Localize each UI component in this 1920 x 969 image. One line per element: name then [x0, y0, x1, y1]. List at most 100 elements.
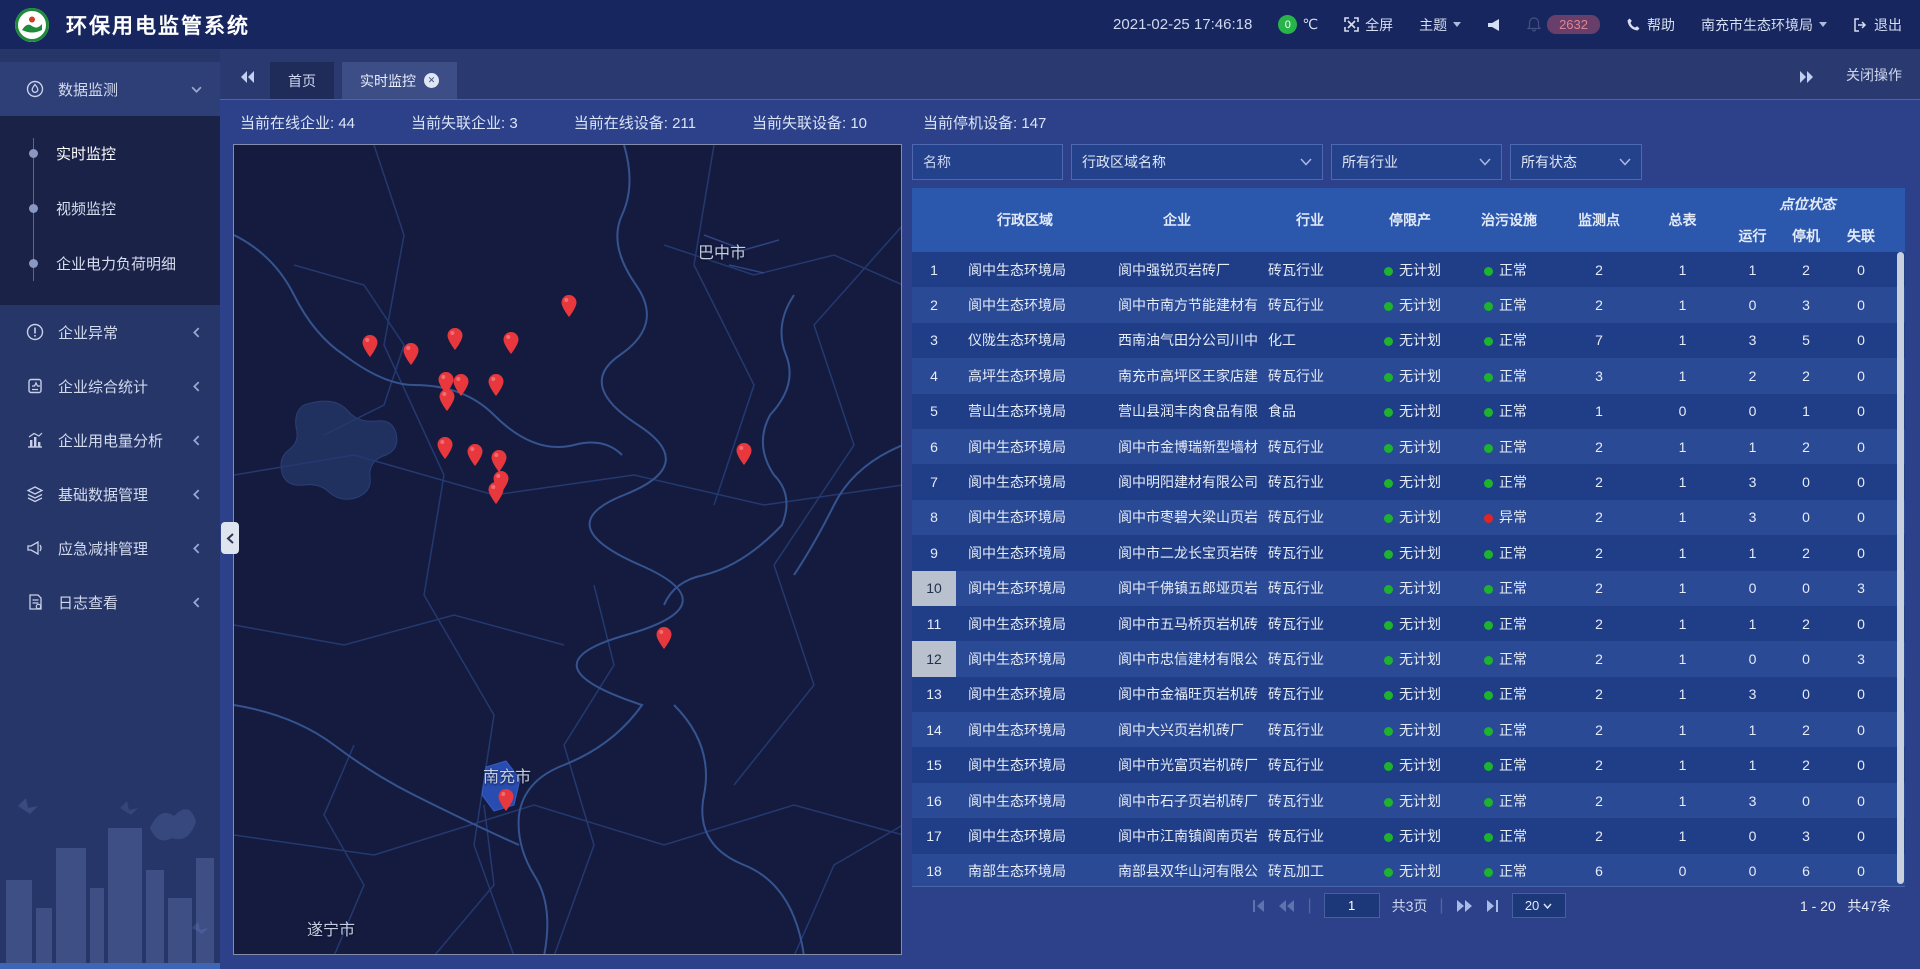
sidebar-group-4[interactable]: 基础数据管理 [0, 467, 220, 521]
table-row[interactable]: 14阆中生态环境局阆中大兴页岩机砖厂砖瓦行业无计划正常21120 [912, 712, 1905, 747]
map-marker-icon[interactable] [361, 334, 379, 358]
tab-1[interactable]: 实时监控✕ [342, 62, 457, 99]
table-row[interactable]: 12阆中生态环境局阆中市忠信建材有限公砖瓦行业无计划正常21003 [912, 641, 1905, 676]
cell-industry: 食品 [1260, 401, 1360, 421]
map-marker-icon[interactable] [487, 481, 505, 505]
next-page-button[interactable] [1456, 899, 1473, 913]
city-label: 南充市 [483, 763, 531, 787]
stat-value: 44 [338, 115, 355, 132]
cell-limit-status: 无计划 [1360, 578, 1460, 598]
fullscreen-button[interactable]: 全屏 [1344, 15, 1393, 35]
page-size-select[interactable]: 20 [1512, 893, 1566, 918]
sidebar-group-2[interactable]: 企业综合统计 [0, 359, 220, 413]
sound-toggle-button[interactable] [1487, 18, 1501, 32]
cell-total-meters: 1 [1640, 651, 1725, 667]
table-row[interactable]: 1阆中生态环境局阆中强锐页岩砖厂砖瓦行业无计划正常21120 [912, 252, 1905, 287]
cell-monitor-points: 2 [1558, 651, 1640, 667]
logout-button[interactable]: 退出 [1853, 15, 1902, 35]
cell-facility-status: 正常 [1460, 578, 1558, 598]
status-dot-icon [1384, 373, 1393, 382]
map-panel[interactable]: 巴中市南充市遂宁市 [233, 144, 902, 955]
cell-offline: 3 [1832, 651, 1890, 667]
col-group-point-status: 点位状态 运行 停机 失联 [1725, 188, 1890, 252]
table-row[interactable]: 2阆中生态环境局阆中市南方节能建材有砖瓦行业无计划正常21030 [912, 287, 1905, 322]
table-row[interactable]: 10阆中生态环境局阆中千佛镇五郎垭页岩砖瓦行业无计划正常21003 [912, 571, 1905, 606]
tab-0[interactable]: 首页 [270, 62, 334, 99]
sidebar-group-6[interactable]: 日志查看 [0, 575, 220, 629]
table-row[interactable]: 8阆中生态环境局阆中市枣碧大梁山页岩砖瓦行业无计划异常21300 [912, 500, 1905, 535]
org-dropdown[interactable]: 南充市生态环境局 [1701, 15, 1827, 35]
table-row[interactable]: 18南部生态环境局南部县双华山河有限公砖瓦加工无计划正常60060 [912, 854, 1905, 886]
industry-filter-select[interactable]: 所有行业 [1331, 144, 1502, 180]
bell-icon [1527, 17, 1541, 32]
cell-offline: 3 [1832, 580, 1890, 596]
table-row[interactable]: 5营山生态环境局营山县润丰肉食品有限食品无计划正常10010 [912, 394, 1905, 429]
cell-total-meters: 0 [1640, 403, 1725, 419]
map-marker-icon[interactable] [466, 443, 484, 467]
region-filter-select[interactable]: 行政区域名称 [1071, 144, 1323, 180]
cell-index: 17 [912, 818, 956, 853]
map-marker-icon[interactable] [487, 373, 505, 397]
table-row[interactable]: 11阆中生态环境局阆中市五马桥页岩机砖砖瓦行业无计划正常21120 [912, 606, 1905, 641]
sidebar-group-1[interactable]: 企业异常 [0, 305, 220, 359]
help-button[interactable]: 帮助 [1626, 15, 1675, 35]
map-marker-icon[interactable] [655, 626, 673, 650]
map-marker-icon[interactable] [502, 331, 520, 355]
next-page-icon [1456, 899, 1473, 913]
close-operations-button[interactable]: 关闭操作 [1846, 65, 1902, 85]
pager-divider: | [1307, 897, 1311, 915]
map-marker-icon[interactable] [560, 294, 578, 318]
cell-stopped: 1 [1780, 403, 1832, 419]
table-row[interactable]: 13阆中生态环境局阆中市金福旺页岩机砖砖瓦行业无计划正常21300 [912, 677, 1905, 712]
theme-dropdown[interactable]: 主题 [1419, 15, 1461, 35]
map-marker-icon[interactable] [438, 388, 456, 412]
sidebar-group-0[interactable]: 数据监测 [0, 62, 220, 116]
map-marker-icon[interactable] [446, 327, 464, 351]
tab-close-icon[interactable]: ✕ [424, 73, 439, 88]
sidebar-group-3[interactable]: 企业用电量分析 [0, 413, 220, 467]
sidebar-collapse-button[interactable] [221, 522, 239, 554]
first-page-button[interactable] [1251, 899, 1266, 913]
cell-index: 8 [912, 500, 956, 535]
city-label: 巴中市 [698, 239, 746, 263]
temperature-badge: 0 [1278, 15, 1297, 34]
table-row[interactable]: 15阆中生态环境局阆中市光富页岩机砖厂砖瓦行业无计划正常21120 [912, 747, 1905, 782]
sidebar-item-0-0[interactable]: 实时监控 [0, 126, 220, 181]
table-scrollbar[interactable] [1897, 252, 1904, 884]
tabs-scroll-right-button[interactable] [1798, 70, 1814, 89]
map-marker-icon[interactable] [497, 788, 515, 812]
table-row[interactable]: 16阆中生态环境局阆中市石子页岩机砖厂砖瓦行业无计划正常21300 [912, 783, 1905, 818]
notifications-button[interactable]: 2632 [1527, 15, 1600, 34]
tabs-scroll-left-button[interactable] [240, 70, 256, 89]
sidebar-group-5[interactable]: 应急减排管理 [0, 521, 220, 575]
name-filter-input[interactable] [912, 144, 1063, 180]
page-number-input[interactable] [1324, 893, 1380, 918]
sidebar-item-0-2[interactable]: 企业电力负荷明细 [0, 236, 220, 291]
table-row[interactable]: 6阆中生态环境局阆中市金博瑞新型墙材砖瓦行业无计划正常21120 [912, 429, 1905, 464]
bar-chart-icon [26, 431, 44, 449]
status-filter-select[interactable]: 所有状态 [1510, 144, 1642, 180]
cell-monitor-points: 2 [1558, 686, 1640, 702]
table-row[interactable]: 7阆中生态环境局阆中明阳建材有限公司砖瓦行业无计划正常21300 [912, 464, 1905, 499]
cell-stopped: 2 [1780, 722, 1832, 738]
map-marker-icon[interactable] [402, 342, 420, 366]
cell-offline: 0 [1832, 545, 1890, 561]
table-row[interactable]: 3仪陇生态环境局西南油气田分公司川中化工无计划正常71350 [912, 323, 1905, 358]
sidebar-item-0-1[interactable]: 视频监控 [0, 181, 220, 236]
previous-page-button[interactable] [1278, 899, 1295, 913]
cell-limit-status: 无计划 [1360, 401, 1460, 421]
table-row[interactable]: 17阆中生态环境局阆中市江南镇阆南页岩砖瓦行业无计划正常21030 [912, 818, 1905, 853]
map-marker-icon[interactable] [735, 442, 753, 466]
status-dot-icon [1484, 762, 1493, 771]
stat-0: 当前在线企业: 44 [240, 112, 355, 133]
table-row[interactable]: 9阆中生态环境局阆中市二龙长宝页岩砖砖瓦行业无计划正常21120 [912, 535, 1905, 570]
cell-monitor-points: 2 [1558, 297, 1640, 313]
last-page-button[interactable] [1485, 899, 1500, 913]
stat-4: 当前停机设备: 147 [923, 112, 1046, 133]
monitoring-table-panel: 行政区域名称 所有行业 所有状态 [912, 144, 1905, 924]
table-row[interactable]: 4高坪生态环境局南充市高坪区王家店建砖瓦行业无计划正常31220 [912, 358, 1905, 393]
cell-offline: 0 [1832, 828, 1890, 844]
cell-index: 11 [912, 606, 956, 641]
cell-company: 阆中强锐页岩砖厂 [1094, 260, 1260, 280]
map-marker-icon[interactable] [436, 436, 454, 460]
